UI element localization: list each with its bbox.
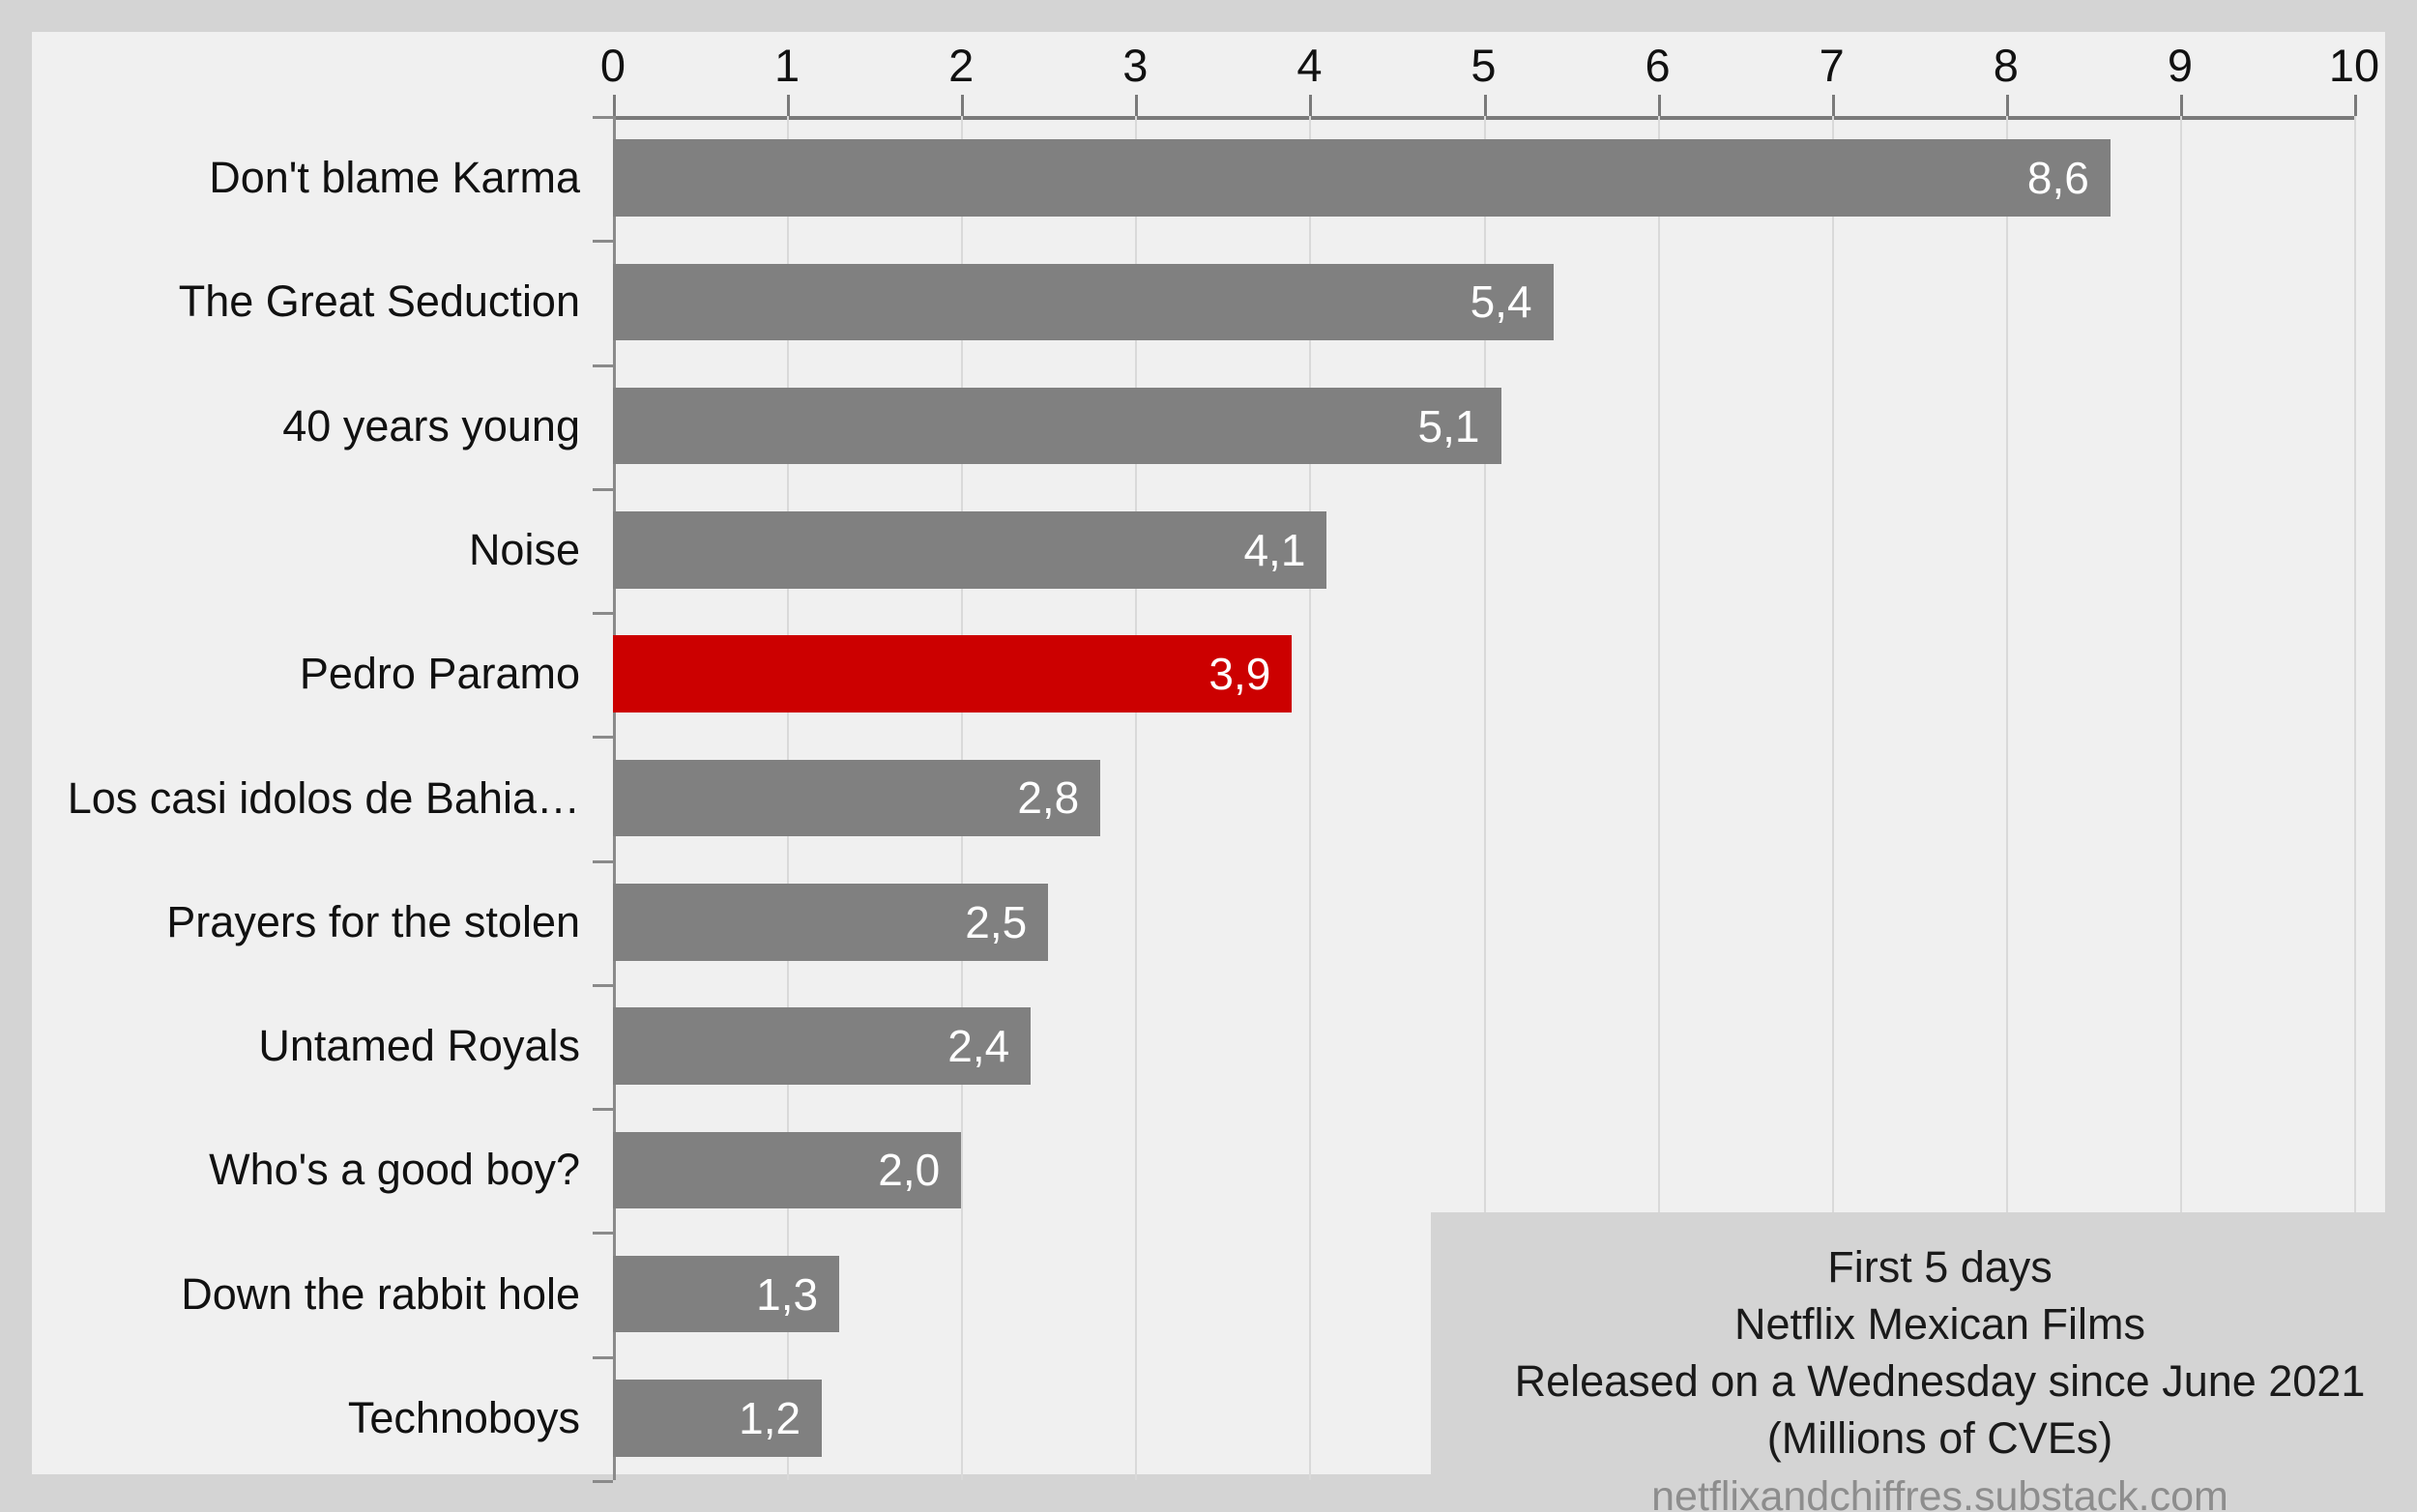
y-tickmark [593,859,613,863]
bar-value-label: 4,1 [1243,524,1306,575]
bar-default[interactable]: 5,1 [613,387,1501,465]
x-tick-label-3: 3 [1122,40,1149,91]
y-tickmark [593,612,613,616]
x-tick-label-8: 8 [1993,40,2019,91]
x-tick-label-1: 1 [774,40,801,91]
category-label: Don't blame Karma [209,153,580,203]
bar-default[interactable]: 2,0 [613,1131,962,1209]
category-label: The Great Seduction [178,276,580,327]
bar-row: 8,6 [613,139,2354,217]
caption-line-3: Released on a Wednesday since June 2021 [1514,1355,2366,1406]
x-tick-label-5: 5 [1471,40,1497,91]
x-tick-label-9: 9 [2167,40,2193,91]
x-tickmark-6 [1657,95,1661,116]
caption-box: First 5 days Netflix Mexican Films Relea… [1431,1212,2417,1512]
bar-value-label: 3,9 [1208,649,1271,700]
bar-default[interactable]: 1,2 [613,1380,823,1457]
caption-line-1: First 5 days [1827,1241,2053,1292]
bar-value-label: 8,6 [2026,153,2089,204]
x-tick-label-2: 2 [948,40,975,91]
bar-default[interactable]: 8,6 [613,139,2111,217]
category-label: Pedro Paramo [299,649,580,699]
y-tickmark [593,487,613,491]
bar-default[interactable]: 5,4 [613,263,1554,341]
y-tickmark [593,1108,613,1112]
x-tickmark-7 [1831,95,1835,116]
bar-row: 2,5 [613,884,2354,961]
category-label: 40 years young [282,400,580,451]
category-label: Los casi idolos de Bahia… [67,772,580,823]
x-tickmark-5 [1483,95,1487,116]
bar-row: 2,0 [613,1131,2354,1209]
category-label: Untamed Royals [258,1021,580,1071]
x-axis-tick-labels: 0 1 2 3 4 5 6 7 8 9 10 [32,32,2385,102]
caption-line-2: Netflix Mexican Films [1733,1298,2146,1349]
bar-row: 2,8 [613,759,2354,837]
x-tickmark-2 [961,95,965,116]
y-tickmark [593,1480,613,1483]
y-tickmark [593,240,613,244]
x-tickmark-1 [787,95,791,116]
bar-value-label: 2,8 [1017,772,1080,824]
x-tick-label-7: 7 [1819,40,1845,91]
category-axis-labels: Don't blame Karma The Great Seduction 40 y… [32,116,613,1483]
category-label: Who's a good boy? [209,1145,580,1195]
x-tick-label-6: 6 [1645,40,1671,91]
x-tickmark-3 [1135,95,1139,116]
category-label: Technoboys [347,1392,580,1442]
bar-value-label: 1,2 [739,1392,801,1443]
bar-value-label: 5,4 [1470,276,1532,328]
x-tick-label-10: 10 [2328,40,2380,91]
x-tickmark-0 [613,95,616,116]
bar-value-label: 2,5 [965,896,1028,947]
category-label: Down the rabbit hole [181,1268,580,1319]
bar-value-label: 1,3 [756,1268,819,1320]
y-tickmark [593,116,613,119]
bar-row: 4,1 [613,511,2354,589]
bar-row: 5,4 [613,263,2354,341]
y-tickmark [593,1232,613,1236]
bar-value-label: 2,4 [947,1021,1010,1072]
bar-highlighted[interactable]: 3,9 [613,635,1293,712]
bar-row: 3,9 [613,635,2354,712]
y-tickmark [593,983,613,987]
bar-value-label: 5,1 [1417,400,1480,451]
caption-line-4: (Millions of CVEs) [1766,1412,2113,1463]
bar-default[interactable]: 2,5 [613,884,1049,961]
x-tick-label-4: 4 [1296,40,1323,91]
chart-screenshot: 0 1 2 3 4 5 6 7 8 9 10 8,6 5,4 5,1 4,1 3,9 2,8 2,5 2,4 2,0… [0,0,2417,1512]
chart-panel: 0 1 2 3 4 5 6 7 8 9 10 8,6 5,4 5,1 4,1 3,9 2,8 2,5 2,4 2,0… [32,32,2417,1512]
bar-row: 5,1 [613,387,2354,465]
category-label: Noise [468,524,580,574]
x-tickmark-8 [2005,95,2009,116]
caption-source-url: netflixandchiffres.substack.com [1651,1472,2228,1512]
y-tickmark [593,363,613,367]
y-tickmark [593,1355,613,1359]
bar-row: 2,4 [613,1007,2354,1085]
y-tickmark [593,736,613,740]
x-tickmark-10 [2354,95,2357,116]
bar-default[interactable]: 1,3 [613,1255,840,1333]
bar-default[interactable]: 4,1 [613,511,1327,589]
bar-default[interactable]: 2,8 [613,759,1101,837]
bar-default[interactable]: 2,4 [613,1007,1032,1085]
category-label: Prayers for the stolen [166,896,580,946]
x-tickmark-9 [2179,95,2183,116]
x-tick-label-0: 0 [599,40,626,91]
x-tickmark-4 [1309,95,1313,116]
bar-value-label: 2,0 [878,1145,941,1196]
